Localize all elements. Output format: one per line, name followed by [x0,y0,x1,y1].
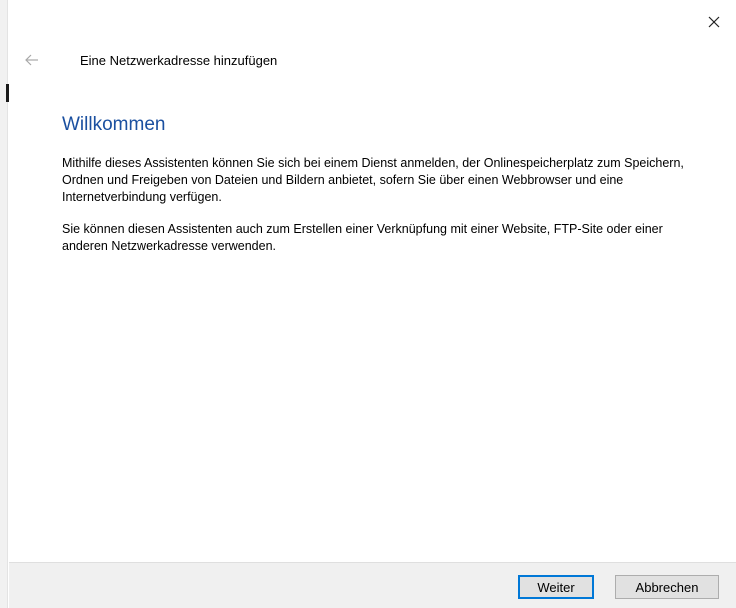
back-button[interactable] [18,46,46,74]
intro-paragraph: Mithilfe dieses Assistenten können Sie s… [62,156,684,204]
window-edge-marker [6,84,9,102]
page-heading: Willkommen [62,114,166,135]
back-arrow-icon [25,54,38,66]
secondary-paragraph: Sie können diesen Assistenten auch zum E… [62,222,663,253]
wizard-content: Willkommen Mithilfe dieses Assistenten k… [62,114,702,270]
next-button[interactable]: Weiter [518,575,594,599]
close-icon [708,16,720,28]
cancel-button[interactable]: Abbrechen [615,575,719,599]
wizard-footer: Weiter Abbrechen [9,562,736,608]
window-title: Eine Netzwerkadresse hinzufügen [80,53,278,68]
close-button[interactable] [692,0,736,44]
wizard-window: Eine Netzwerkadresse hinzufügen Willkomm… [0,0,736,608]
